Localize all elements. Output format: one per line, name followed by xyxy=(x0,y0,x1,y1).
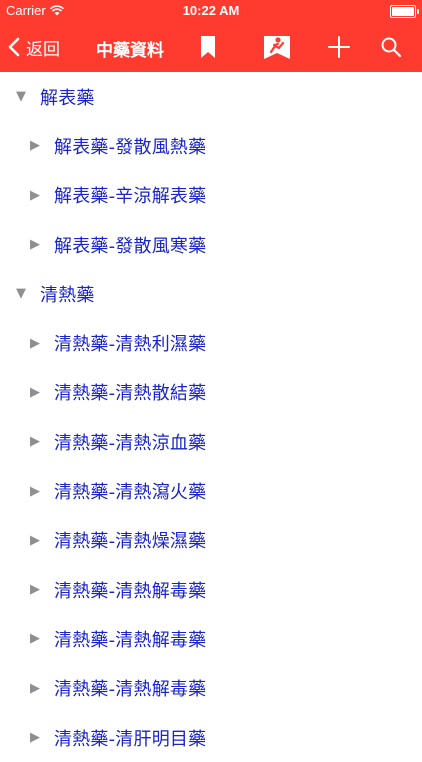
tree-item-row[interactable]: ▶ 清熱藥-清熱散結藥 xyxy=(0,368,422,417)
tree-row-label: 解表藥-辛涼解表藥 xyxy=(54,186,207,208)
triangle-right-icon: ▶ xyxy=(30,730,40,745)
reader-button[interactable] xyxy=(262,32,292,62)
tree-row-label: 解表藥 xyxy=(40,87,95,109)
status-time: 10:22 AM xyxy=(182,3,240,18)
reader-icon xyxy=(264,36,290,59)
triangle-right-icon: ▶ xyxy=(30,335,40,351)
tree-row-label: 清熱藥-清熱利濕藥 xyxy=(54,334,207,356)
tree-item-row[interactable]: ▶ 清熱藥-清熱解毒藥 xyxy=(0,565,422,614)
tree-row-label: 清熱藥-清熱解毒藥 xyxy=(54,580,207,602)
back-button[interactable]: 返回 xyxy=(8,32,60,62)
triangle-right-icon: ▶ xyxy=(30,582,40,598)
triangle-right-icon: ▶ xyxy=(30,384,40,400)
tree-item-row[interactable]: ▶ 解表藥-發散風寒藥 xyxy=(0,220,422,269)
bookmark-icon xyxy=(201,36,215,58)
tree-item-row[interactable]: ▶ 清熱藥-清熱瀉火藥 xyxy=(0,466,422,515)
triangle-right-icon: ▶ xyxy=(30,631,40,647)
triangle-down-icon: ▼ xyxy=(16,89,26,105)
tree-item-row[interactable]: ▶ 清熱藥-清熱解毒藥 xyxy=(0,614,422,663)
search-button[interactable] xyxy=(376,32,406,62)
tree-row-label: 清熱藥-清肝明目藥 xyxy=(54,728,207,750)
bookmark-button[interactable] xyxy=(193,32,223,62)
tree-item-row[interactable]: ▶ 清熱藥-清熱燥濕藥 xyxy=(0,516,422,565)
triangle-right-icon: ▶ xyxy=(30,237,40,253)
tree-item-row[interactable]: ▶ 清熱藥-清熱涼血藥 xyxy=(0,417,422,466)
triangle-right-icon: ▶ xyxy=(30,483,40,499)
page-title: 中藥資料 xyxy=(96,41,164,61)
tree-item-row[interactable]: ▶ 清熱藥-清肝明目藥 xyxy=(0,713,422,762)
triangle-right-icon: ▶ xyxy=(30,532,40,548)
tree-item-row[interactable]: ▶ 清熱藥-清熱解毒藥 xyxy=(0,664,422,713)
triangle-right-icon: ▶ xyxy=(30,434,40,450)
tree-row-label: 解表藥-發散風熱藥 xyxy=(54,136,207,158)
triangle-right-icon: ▶ xyxy=(30,680,40,696)
tree-row-label: 清熱藥-清熱散結藥 xyxy=(54,383,207,405)
search-icon xyxy=(381,37,402,58)
herb-category-list: ▼ 解表藥 ▶ 解表藥-發散風熱藥 ▶ 解表藥-辛涼解表藥 ▶ 解表藥-發散風寒… xyxy=(0,72,422,762)
triangle-right-icon: ▶ xyxy=(30,138,40,154)
tree-row-label: 解表藥-發散風寒藥 xyxy=(54,235,207,257)
tree-row-label: 清熱藥-清熱瀉火藥 xyxy=(54,482,207,504)
tree-row-label: 清熱藥-清熱解毒藥 xyxy=(54,679,207,701)
chevron-left-icon xyxy=(8,37,20,57)
tree-row-label: 清熱藥 xyxy=(40,284,95,306)
navigation-bar: 返回 中藥資料 xyxy=(0,22,422,72)
back-button-label: 返回 xyxy=(26,39,60,60)
battery-icon xyxy=(390,5,419,18)
tree-row-label: 清熱藥-清熱解毒藥 xyxy=(54,629,207,651)
add-button[interactable] xyxy=(324,32,354,62)
triangle-down-icon: ▼ xyxy=(16,286,26,302)
triangle-right-icon: ▶ xyxy=(30,187,40,203)
tree-item-row[interactable]: ▶ 解表藥-發散風熱藥 xyxy=(0,121,422,170)
plus-icon xyxy=(328,36,350,58)
tree-row-label: 清熱藥-清熱涼血藥 xyxy=(54,432,207,454)
tree-item-row[interactable]: ▶ 清熱藥-清熱利濕藥 xyxy=(0,318,422,367)
tree-category-row[interactable]: ▼ 清熱藥 xyxy=(0,269,422,318)
tree-row-label: 清熱藥-清熱燥濕藥 xyxy=(54,531,207,553)
tree-item-row[interactable]: ▶ 解表藥-辛涼解表藥 xyxy=(0,171,422,220)
tree-category-row[interactable]: ▼ 解表藥 xyxy=(0,72,422,121)
status-bar: Carrier 10:22 AM xyxy=(0,0,422,22)
